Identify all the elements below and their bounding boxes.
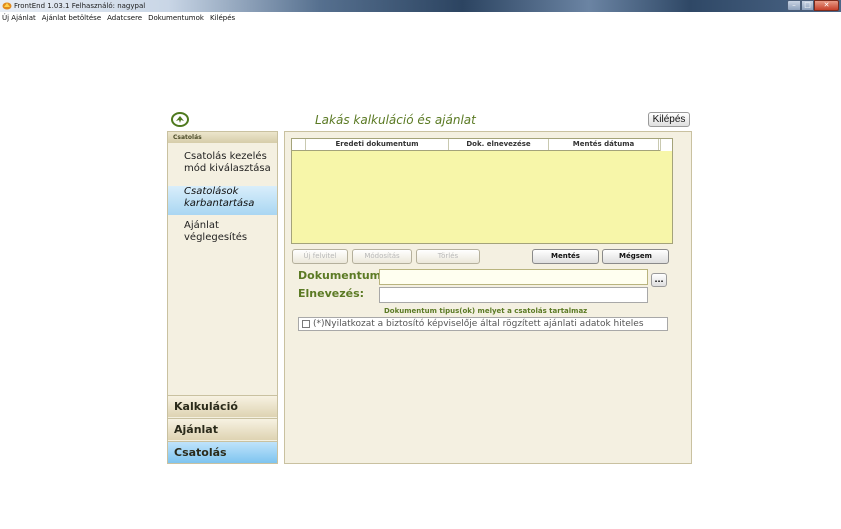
sidebar-section-title: Csatolás xyxy=(168,132,277,143)
title-bar: FrontEnd 1.03.1 Felhasználó: nagypal – □… xyxy=(0,0,841,12)
close-button[interactable]: ✕ xyxy=(814,0,839,11)
cancel-button[interactable]: Mégsem xyxy=(602,249,669,264)
menu-exit[interactable]: Kilépés xyxy=(207,12,238,24)
tab-attachment[interactable]: Csatolás xyxy=(168,441,277,463)
minimize-button[interactable]: – xyxy=(787,0,801,11)
delete-button[interactable]: Törlés xyxy=(416,249,480,264)
menu-load-offer[interactable]: Ajánlat betöltése xyxy=(39,12,104,24)
browse-button[interactable]: ... xyxy=(651,273,667,287)
save-button[interactable]: Mentés xyxy=(532,249,599,264)
new-entry-button[interactable]: Új felvitel xyxy=(292,249,348,264)
menu-data-exchange[interactable]: Adatcsere xyxy=(104,12,145,24)
content-area: Eredeti dokumentum Dok. elnevezése Menté… xyxy=(284,131,692,464)
logo-icon xyxy=(171,112,189,127)
maximize-button[interactable]: □ xyxy=(801,0,814,11)
modify-button[interactable]: Módosítás xyxy=(352,249,412,264)
window-title: FrontEnd 1.03.1 Felhasználó: nagypal xyxy=(14,2,146,10)
app-icon xyxy=(2,2,12,10)
table-scrollbar[interactable] xyxy=(660,139,672,151)
menu-new-offer[interactable]: Új Ajánlat xyxy=(0,12,39,24)
page-title: Lakás kalkuláció és ajánlat xyxy=(315,113,476,127)
attachments-table[interactable]: Eredeti dokumentum Dok. elnevezése Menté… xyxy=(291,138,673,244)
window-controls: – □ ✕ xyxy=(787,0,839,11)
column-save-date[interactable]: Mentés dátuma xyxy=(549,139,659,150)
doctype-checkbox-row[interactable]: (*)Nyilatkozat a biztosító képviselője á… xyxy=(298,317,668,331)
document-label: Dokumentum: xyxy=(298,269,386,282)
exit-button[interactable]: Kilépés xyxy=(648,112,690,127)
sidebar: Csatolás Csatolás kezelés mód kiválasztá… xyxy=(167,131,278,464)
sidebar-item-finalize-offer[interactable]: Ajánlat véglegesítés xyxy=(168,220,277,244)
tab-offer[interactable]: Ajánlat xyxy=(168,418,277,440)
tab-calculation[interactable]: Kalkuláció xyxy=(168,395,277,417)
name-field[interactable] xyxy=(379,287,648,303)
declaration-label: (*)Nyilatkozat a biztosító képviselője á… xyxy=(313,319,644,329)
row-header-cell xyxy=(292,139,306,150)
table-header: Eredeti dokumentum Dok. elnevezése Menté… xyxy=(292,139,672,151)
column-document-name[interactable]: Dok. elnevezése xyxy=(449,139,549,150)
document-field[interactable] xyxy=(379,269,648,285)
name-label: Elnevezés: xyxy=(298,287,365,300)
column-original-document[interactable]: Eredeti dokumentum xyxy=(306,139,449,150)
main-panel: Lakás kalkuláció és ajánlat Kilépés Csat… xyxy=(167,110,693,466)
sidebar-item-attachment-maintenance[interactable]: Csatolások karbantartása xyxy=(168,186,277,215)
menu-documents[interactable]: Dokumentumok xyxy=(145,12,207,24)
sidebar-item-attachment-mode[interactable]: Csatolás kezelés mód kiválasztása xyxy=(168,151,277,175)
menu-bar: Új Ajánlat Ajánlat betöltése Adatcsere D… xyxy=(0,12,841,24)
declaration-checkbox[interactable] xyxy=(302,320,310,328)
doctype-label: Dokumentum tipus(ok) melyet a csatolás t… xyxy=(384,307,588,315)
